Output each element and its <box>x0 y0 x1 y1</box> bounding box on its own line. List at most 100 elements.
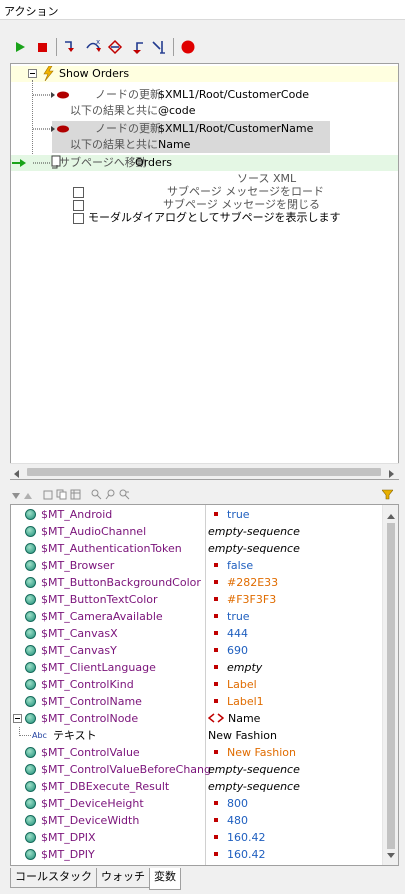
find-previous-icon[interactable] <box>119 489 130 503</box>
variable-row[interactable]: $MT_DBExecute_Result empty-sequence <box>11 778 383 795</box>
value-bullet-icon <box>214 835 218 839</box>
variables-vscrollbar[interactable] <box>382 505 398 865</box>
variable-row[interactable]: $MT_ControlKind Label <box>11 676 383 693</box>
tree-connector <box>19 727 31 736</box>
variable-row[interactable]: $MT_AudioChannel empty-sequence <box>11 523 383 540</box>
collapse-icon[interactable] <box>13 714 22 723</box>
variable-name: $MT_AudioChannel <box>41 525 147 538</box>
variable-row[interactable]: $MT_DPIX 160.42 <box>11 829 383 846</box>
variable-row[interactable]: $MT_CanvasX 444 <box>11 625 383 642</box>
variable-value: empty-sequence <box>208 542 300 555</box>
find-icon[interactable] <box>91 489 102 503</box>
step-back-icon[interactable] <box>126 36 148 58</box>
value-bullet-icon <box>214 614 218 618</box>
variable-value: New Fashion <box>208 729 278 742</box>
filter-icon[interactable] <box>381 489 394 503</box>
scroll-thumb[interactable] <box>27 468 381 476</box>
variable-name: $MT_ControlValueBeforeChang <box>41 763 211 776</box>
action-row[interactable]: ノードの更新 $XML1/Root/CustomerName <box>11 121 331 137</box>
modal-dialog-checkbox[interactable] <box>73 213 84 224</box>
variable-value: Name <box>228 712 261 725</box>
variable-icon <box>25 747 36 758</box>
collapse-icon[interactable] <box>28 69 37 78</box>
action-label: 以下の結果と共に <box>70 104 158 117</box>
variable-row[interactable]: $MT_ButtonTextColor #F3F3F3 <box>11 591 383 608</box>
step-into-icon[interactable] <box>60 36 82 58</box>
variable-icon <box>25 679 36 690</box>
variable-row[interactable]: $MT_CanvasY 690 <box>11 642 383 659</box>
run-to-cursor-icon[interactable] <box>148 36 170 58</box>
actions-tree: Show Orders ノードの更新 $XML1/Root/CustomerCo… <box>10 63 399 480</box>
tab-watch[interactable]: ウォッチ <box>96 868 150 888</box>
value-bullet-icon <box>214 682 218 686</box>
variable-row[interactable]: $MT_ButtonBackgroundColor #282E33 <box>11 574 383 591</box>
variable-row[interactable]: $MT_ControlValueBeforeChang empty-sequenc… <box>11 761 383 778</box>
action-row[interactable]: 以下の結果と共に @code <box>11 103 311 119</box>
variable-row[interactable]: $MT_DeviceHeight 800 <box>11 795 383 812</box>
variable-value: empty-sequence <box>208 525 300 538</box>
tab-callstack[interactable]: コールスタック <box>10 868 97 888</box>
variable-row[interactable]: Abc テキスト New Fashion <box>11 727 383 744</box>
variable-name: $MT_DPIY <box>41 848 95 861</box>
find-next-icon[interactable] <box>105 489 116 503</box>
variable-row[interactable]: $MT_AuthenticationToken empty-sequence <box>11 540 383 557</box>
variable-name: $MT_DeviceHeight <box>41 797 144 810</box>
scroll-left-icon[interactable] <box>14 468 20 481</box>
panel-titlebar: アクション <box>0 0 405 20</box>
value-bullet-icon <box>214 631 218 635</box>
variable-row[interactable]: $MT_ClientLanguage empty <box>11 659 383 676</box>
action-group-row[interactable]: Show Orders <box>11 65 398 82</box>
action-value: $XML1/Root/CustomerCode <box>158 88 310 101</box>
value-bullet-icon <box>214 648 218 652</box>
variable-row[interactable]: $MT_DPIY 160.42 <box>11 846 383 863</box>
action-row[interactable]: 以下の結果と共に Name <box>11 137 331 153</box>
copy-icon[interactable] <box>56 489 67 503</box>
toolbar-separator <box>56 38 57 56</box>
value-bullet-icon <box>214 750 218 754</box>
variable-row[interactable]: $MT_ControlName Label1 <box>11 693 383 710</box>
variable-row[interactable]: $MT_ControlNode Name <box>11 710 383 727</box>
variable-icon <box>25 849 36 860</box>
option-row[interactable]: モーダルダイアログとしてサブページを表示します <box>11 210 398 226</box>
variable-name: $MT_AuthenticationToken <box>41 542 182 555</box>
collapse-all-icon[interactable] <box>12 490 21 503</box>
value-bullet-icon <box>214 563 218 567</box>
scroll-thumb[interactable] <box>387 523 395 849</box>
breakpoint-icon[interactable] <box>177 36 199 58</box>
step-out-icon[interactable] <box>104 36 126 58</box>
stop-icon[interactable] <box>31 36 53 58</box>
table-icon[interactable] <box>70 489 81 503</box>
variable-icon <box>25 628 36 639</box>
variable-row[interactable]: $MT_Android true <box>11 506 383 523</box>
value-bullet-icon <box>214 665 218 669</box>
variable-row[interactable]: $MT_CameraAvailable true <box>11 608 383 625</box>
variable-value: false <box>227 559 254 572</box>
action-row-current[interactable]: サブページへ移動 Orders <box>11 155 398 171</box>
tab-variables[interactable]: 変数 <box>149 868 181 890</box>
scroll-right-icon[interactable] <box>389 468 395 481</box>
panel-title: アクション <box>4 5 59 18</box>
variable-icon <box>25 577 36 588</box>
action-label: サブページへ移動 <box>59 156 147 169</box>
play-icon[interactable] <box>9 36 31 58</box>
variable-row[interactable]: $MT_DeviceWidth 480 <box>11 812 383 829</box>
variable-icon <box>25 764 36 775</box>
scroll-down-icon[interactable] <box>387 849 395 862</box>
variable-row[interactable]: $MT_Browser false <box>11 557 383 574</box>
variable-name: $MT_ButtonBackgroundColor <box>41 576 201 589</box>
variable-icon <box>25 662 36 673</box>
scroll-up-icon[interactable] <box>387 510 395 523</box>
node-icon[interactable] <box>43 490 53 503</box>
option-label: モーダルダイアログとしてサブページを表示します <box>88 211 341 224</box>
variable-icon <box>25 645 36 656</box>
variable-icon <box>25 781 36 792</box>
action-row[interactable]: ノードの更新 $XML1/Root/CustomerCode <box>11 87 311 103</box>
variable-row[interactable]: $MT_ControlValue New Fashion <box>11 744 383 761</box>
variable-icon <box>25 594 36 605</box>
value-bullet-icon <box>214 699 218 703</box>
actions-hscrollbar[interactable] <box>10 463 399 479</box>
variable-name: $MT_ControlNode <box>41 712 139 725</box>
expand-all-icon[interactable] <box>24 490 33 503</box>
variable-icon <box>25 832 36 843</box>
step-over-icon[interactable]: x <box>82 36 104 58</box>
